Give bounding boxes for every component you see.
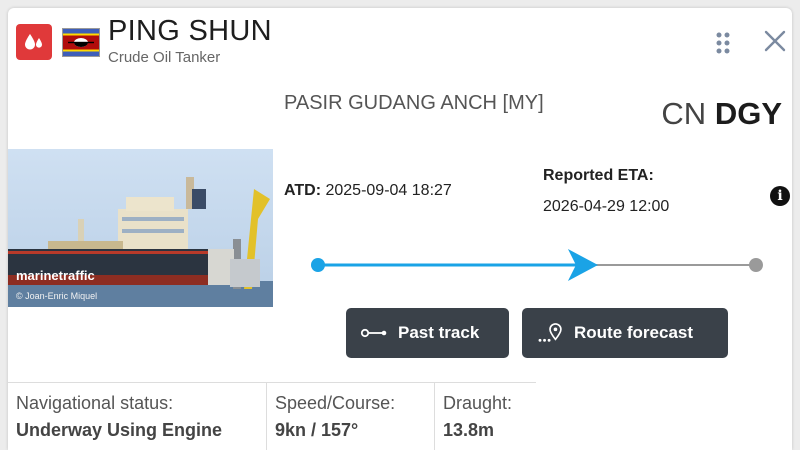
- voyage-progress-bar: [311, 249, 763, 281]
- atd-label: ATD:: [284, 182, 322, 199]
- route-pin-icon: [538, 323, 562, 342]
- photo-watermark: marinetraffic: [16, 268, 95, 283]
- eta-label: Reported ETA:: [543, 167, 654, 184]
- grid-icon[interactable]: [710, 30, 736, 56]
- vessel-name: PING SHUN: [108, 15, 272, 47]
- atd: ATD: 2025-09-04 18:27: [284, 182, 452, 200]
- vessel-card: PING SHUN Crude Oil Tanker marinetraffic…: [8, 8, 792, 450]
- vessel-type: Crude Oil Tanker: [108, 49, 221, 66]
- past-track-button[interactable]: Past track: [346, 308, 509, 358]
- eta-value: 2026-04-29 12:00: [543, 198, 670, 215]
- destination-dot: [749, 258, 763, 272]
- nav-status-value: Underway Using Engine: [16, 420, 223, 440]
- draught-label: Draught:: [443, 393, 513, 413]
- speed-course-value: 9kn / 157°: [275, 420, 359, 440]
- draught: Draught: 13.8m: [434, 383, 536, 450]
- flag-icon: [62, 28, 100, 57]
- past-track-label: Past track: [398, 323, 480, 342]
- route-forecast-label: Route forecast: [574, 323, 694, 342]
- vessel-stats: Navigational status: Underway Using Engi…: [8, 382, 536, 450]
- track-icon: [360, 328, 387, 338]
- photo-credit: © Joan-Enric Miquel: [16, 291, 98, 301]
- locode-country: CN: [661, 96, 707, 131]
- destination-locode: CN DGY: [661, 96, 782, 132]
- speed-course-label: Speed/Course:: [275, 393, 396, 413]
- origin-dot: [311, 258, 325, 272]
- close-icon[interactable]: [760, 26, 790, 56]
- destination-port: PASIR GUDANG ANCH [MY]: [284, 92, 544, 114]
- oil-drop-icon: [16, 24, 52, 60]
- locode-port: DGY: [714, 96, 782, 131]
- draught-value: 13.8m: [443, 420, 495, 440]
- nav-status: Navigational status: Underway Using Engi…: [8, 383, 266, 450]
- route-forecast-button[interactable]: Route forecast: [522, 308, 728, 358]
- speed-course: Speed/Course: 9kn / 157°: [266, 383, 434, 450]
- nav-status-label: Navigational status:: [16, 393, 174, 413]
- vessel-photo[interactable]: marinetraffic © Joan-Enric Miquel: [8, 149, 273, 307]
- atd-value: 2025-09-04 18:27: [325, 182, 452, 199]
- info-icon[interactable]: i: [770, 186, 790, 206]
